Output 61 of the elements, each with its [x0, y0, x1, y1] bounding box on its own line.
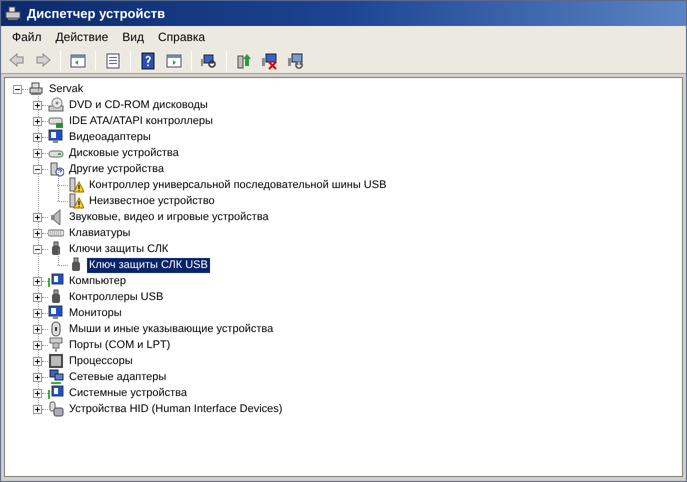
- tree-item[interactable]: Неизвестное устройство: [87, 194, 217, 208]
- expand-icon[interactable]: [33, 116, 42, 126]
- collapse-icon[interactable]: [33, 164, 42, 174]
- tree-item[interactable]: Servak: [47, 82, 86, 96]
- expand-icon[interactable]: [33, 340, 42, 350]
- tree-item[interactable]: Процессоры: [67, 354, 135, 368]
- computer-monitor-icon: [48, 273, 64, 289]
- menu-item[interactable]: Файл: [5, 28, 49, 46]
- tree-item[interactable]: Системные устройства: [67, 386, 190, 400]
- tree-item[interactable]: Компьютер: [67, 274, 128, 288]
- expand-icon[interactable]: [33, 276, 42, 286]
- window-title: Диспетчер устройств: [27, 4, 166, 23]
- tree-item[interactable]: Мониторы: [67, 306, 124, 320]
- tree-item[interactable]: Контроллер универсальной последовательной шины USB: [87, 178, 388, 192]
- tree-item[interactable]: Устройства HID (Human Interface Devices): [67, 402, 284, 416]
- tree-item[interactable]: Мыши и иные указывающие устройства: [67, 322, 276, 336]
- tree-item[interactable]: Порты (COM и LPT): [67, 338, 172, 352]
- computer-monitor-icon: [48, 385, 64, 401]
- expand-icon[interactable]: [33, 132, 42, 142]
- network-adapter-icon: [48, 369, 64, 385]
- expand-icon[interactable]: [33, 100, 42, 110]
- expand-icon[interactable]: [33, 356, 42, 366]
- console-tree-icon[interactable]: [69, 52, 87, 70]
- collapse-icon[interactable]: [33, 244, 42, 254]
- expand-icon[interactable]: [33, 212, 42, 222]
- tree-item[interactable]: Клавиатуры: [67, 226, 132, 240]
- tree-item[interactable]: Контроллеры USB: [67, 290, 166, 304]
- tree-item[interactable]: Дисковые устройства: [67, 146, 181, 160]
- question-device-icon: [48, 161, 64, 177]
- expand-icon[interactable]: [33, 148, 42, 158]
- expand-icon[interactable]: [33, 324, 42, 334]
- tree-item[interactable]: DVD и CD-ROM дисководы: [67, 98, 210, 112]
- expand-icon[interactable]: [33, 372, 42, 382]
- port-connector-icon: [48, 337, 64, 353]
- warning-device-icon: [68, 193, 84, 209]
- help-icon[interactable]: [139, 52, 157, 70]
- input-device-icon: [48, 401, 64, 417]
- menu-item[interactable]: Действие: [48, 28, 116, 46]
- disable-device-icon[interactable]: [287, 52, 305, 70]
- tree-item[interactable]: Ключ защиты СЛК USB: [87, 258, 210, 272]
- collapse-icon[interactable]: [13, 84, 22, 94]
- tree-item[interactable]: Другие устройства: [67, 162, 166, 176]
- tree-item[interactable]: Ключи защиты СЛК: [67, 242, 170, 256]
- expand-icon[interactable]: [33, 308, 42, 318]
- menu-item[interactable]: Справка: [151, 28, 212, 46]
- tree-item[interactable]: Звуковые, видео и игровые устройства: [67, 210, 271, 224]
- expand-icon[interactable]: [33, 404, 42, 414]
- menu-item[interactable]: Вид: [115, 28, 151, 46]
- update-driver-icon[interactable]: [235, 52, 253, 70]
- processor-icon: [48, 353, 64, 369]
- scan-hardware-icon[interactable]: [200, 52, 218, 70]
- properties-icon[interactable]: [104, 52, 122, 70]
- action-pane-icon[interactable]: [165, 52, 183, 70]
- expand-icon[interactable]: [33, 388, 42, 398]
- expand-icon[interactable]: [33, 292, 42, 302]
- uninstall-icon[interactable]: [261, 52, 279, 70]
- tree-item[interactable]: Сетевые адаптеры: [67, 370, 168, 384]
- warning-device-icon: [68, 177, 84, 193]
- expand-icon[interactable]: [33, 228, 42, 238]
- tree-item[interactable]: IDE ATA/ATAPI контроллеры: [67, 114, 215, 128]
- tree-item[interactable]: Видеоадаптеры: [67, 130, 153, 144]
